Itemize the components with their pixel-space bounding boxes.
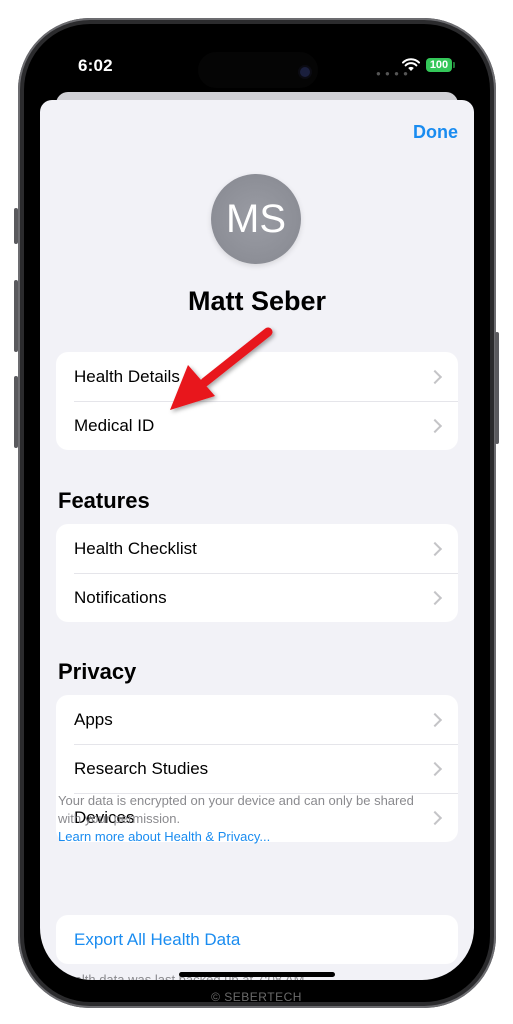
research-studies-row[interactable]: Research Studies xyxy=(56,744,458,793)
profile-name: Matt Seber xyxy=(187,286,327,316)
chevron-right-icon xyxy=(427,761,443,776)
row-label: Research Studies xyxy=(74,758,209,778)
status-time: 6:02 xyxy=(78,56,113,75)
privacy-heading: Privacy xyxy=(58,659,137,684)
done-button[interactable]: Done xyxy=(413,122,458,143)
row-label: Health Checklist xyxy=(74,538,197,558)
chevron-right-icon xyxy=(427,541,443,556)
action-button xyxy=(14,208,18,244)
row-label: Medical ID xyxy=(74,415,155,435)
privacy-footnote-text: Your data is encrypted on your device an… xyxy=(58,793,414,826)
profile-group: Health Details Medical ID xyxy=(56,352,458,450)
apps-row[interactable]: Apps xyxy=(56,695,458,744)
health-checklist-row[interactable]: Health Checklist xyxy=(56,524,458,573)
export-health-data-button[interactable]: Export All Health Data xyxy=(56,915,458,964)
chevron-right-icon xyxy=(427,590,443,605)
chevron-right-icon xyxy=(427,712,443,727)
learn-more-link[interactable]: Learn more about Health & Privacy... xyxy=(58,828,428,846)
privacy-footnote: Your data is encrypted on your device an… xyxy=(58,792,428,846)
volume-up-button xyxy=(14,280,18,352)
features-heading: Features xyxy=(58,488,150,513)
notifications-row[interactable]: Notifications xyxy=(56,573,458,622)
row-label: Notifications xyxy=(74,587,167,607)
volume-down-button xyxy=(14,376,18,448)
chevron-right-icon xyxy=(427,418,443,433)
profile-sheet: Done MS Matt Seber Health Details Medica… xyxy=(40,100,474,980)
wifi-icon xyxy=(402,58,420,71)
health-details-row[interactable]: Health Details xyxy=(56,352,458,401)
home-indicator[interactable] xyxy=(179,972,335,977)
power-button xyxy=(495,332,499,444)
watermark: © SEBERTECH xyxy=(211,990,302,1004)
medical-id-row[interactable]: Medical ID xyxy=(56,401,458,450)
chevron-right-icon xyxy=(427,810,443,825)
battery-icon: 100 xyxy=(426,58,455,72)
screen: 6:02 ● ● ● ● 100 Done MS Matt Seber Heal… xyxy=(40,40,474,980)
row-label: Apps xyxy=(74,709,113,729)
row-label: Health Details xyxy=(74,366,180,386)
status-bar: 6:02 ● ● ● ● 100 xyxy=(40,40,474,90)
chevron-right-icon xyxy=(427,369,443,384)
camera-icon xyxy=(300,67,310,77)
features-group: Health Checklist Notifications xyxy=(56,524,458,622)
avatar[interactable]: MS xyxy=(211,174,301,264)
export-group: Export All Health Data xyxy=(56,915,458,964)
